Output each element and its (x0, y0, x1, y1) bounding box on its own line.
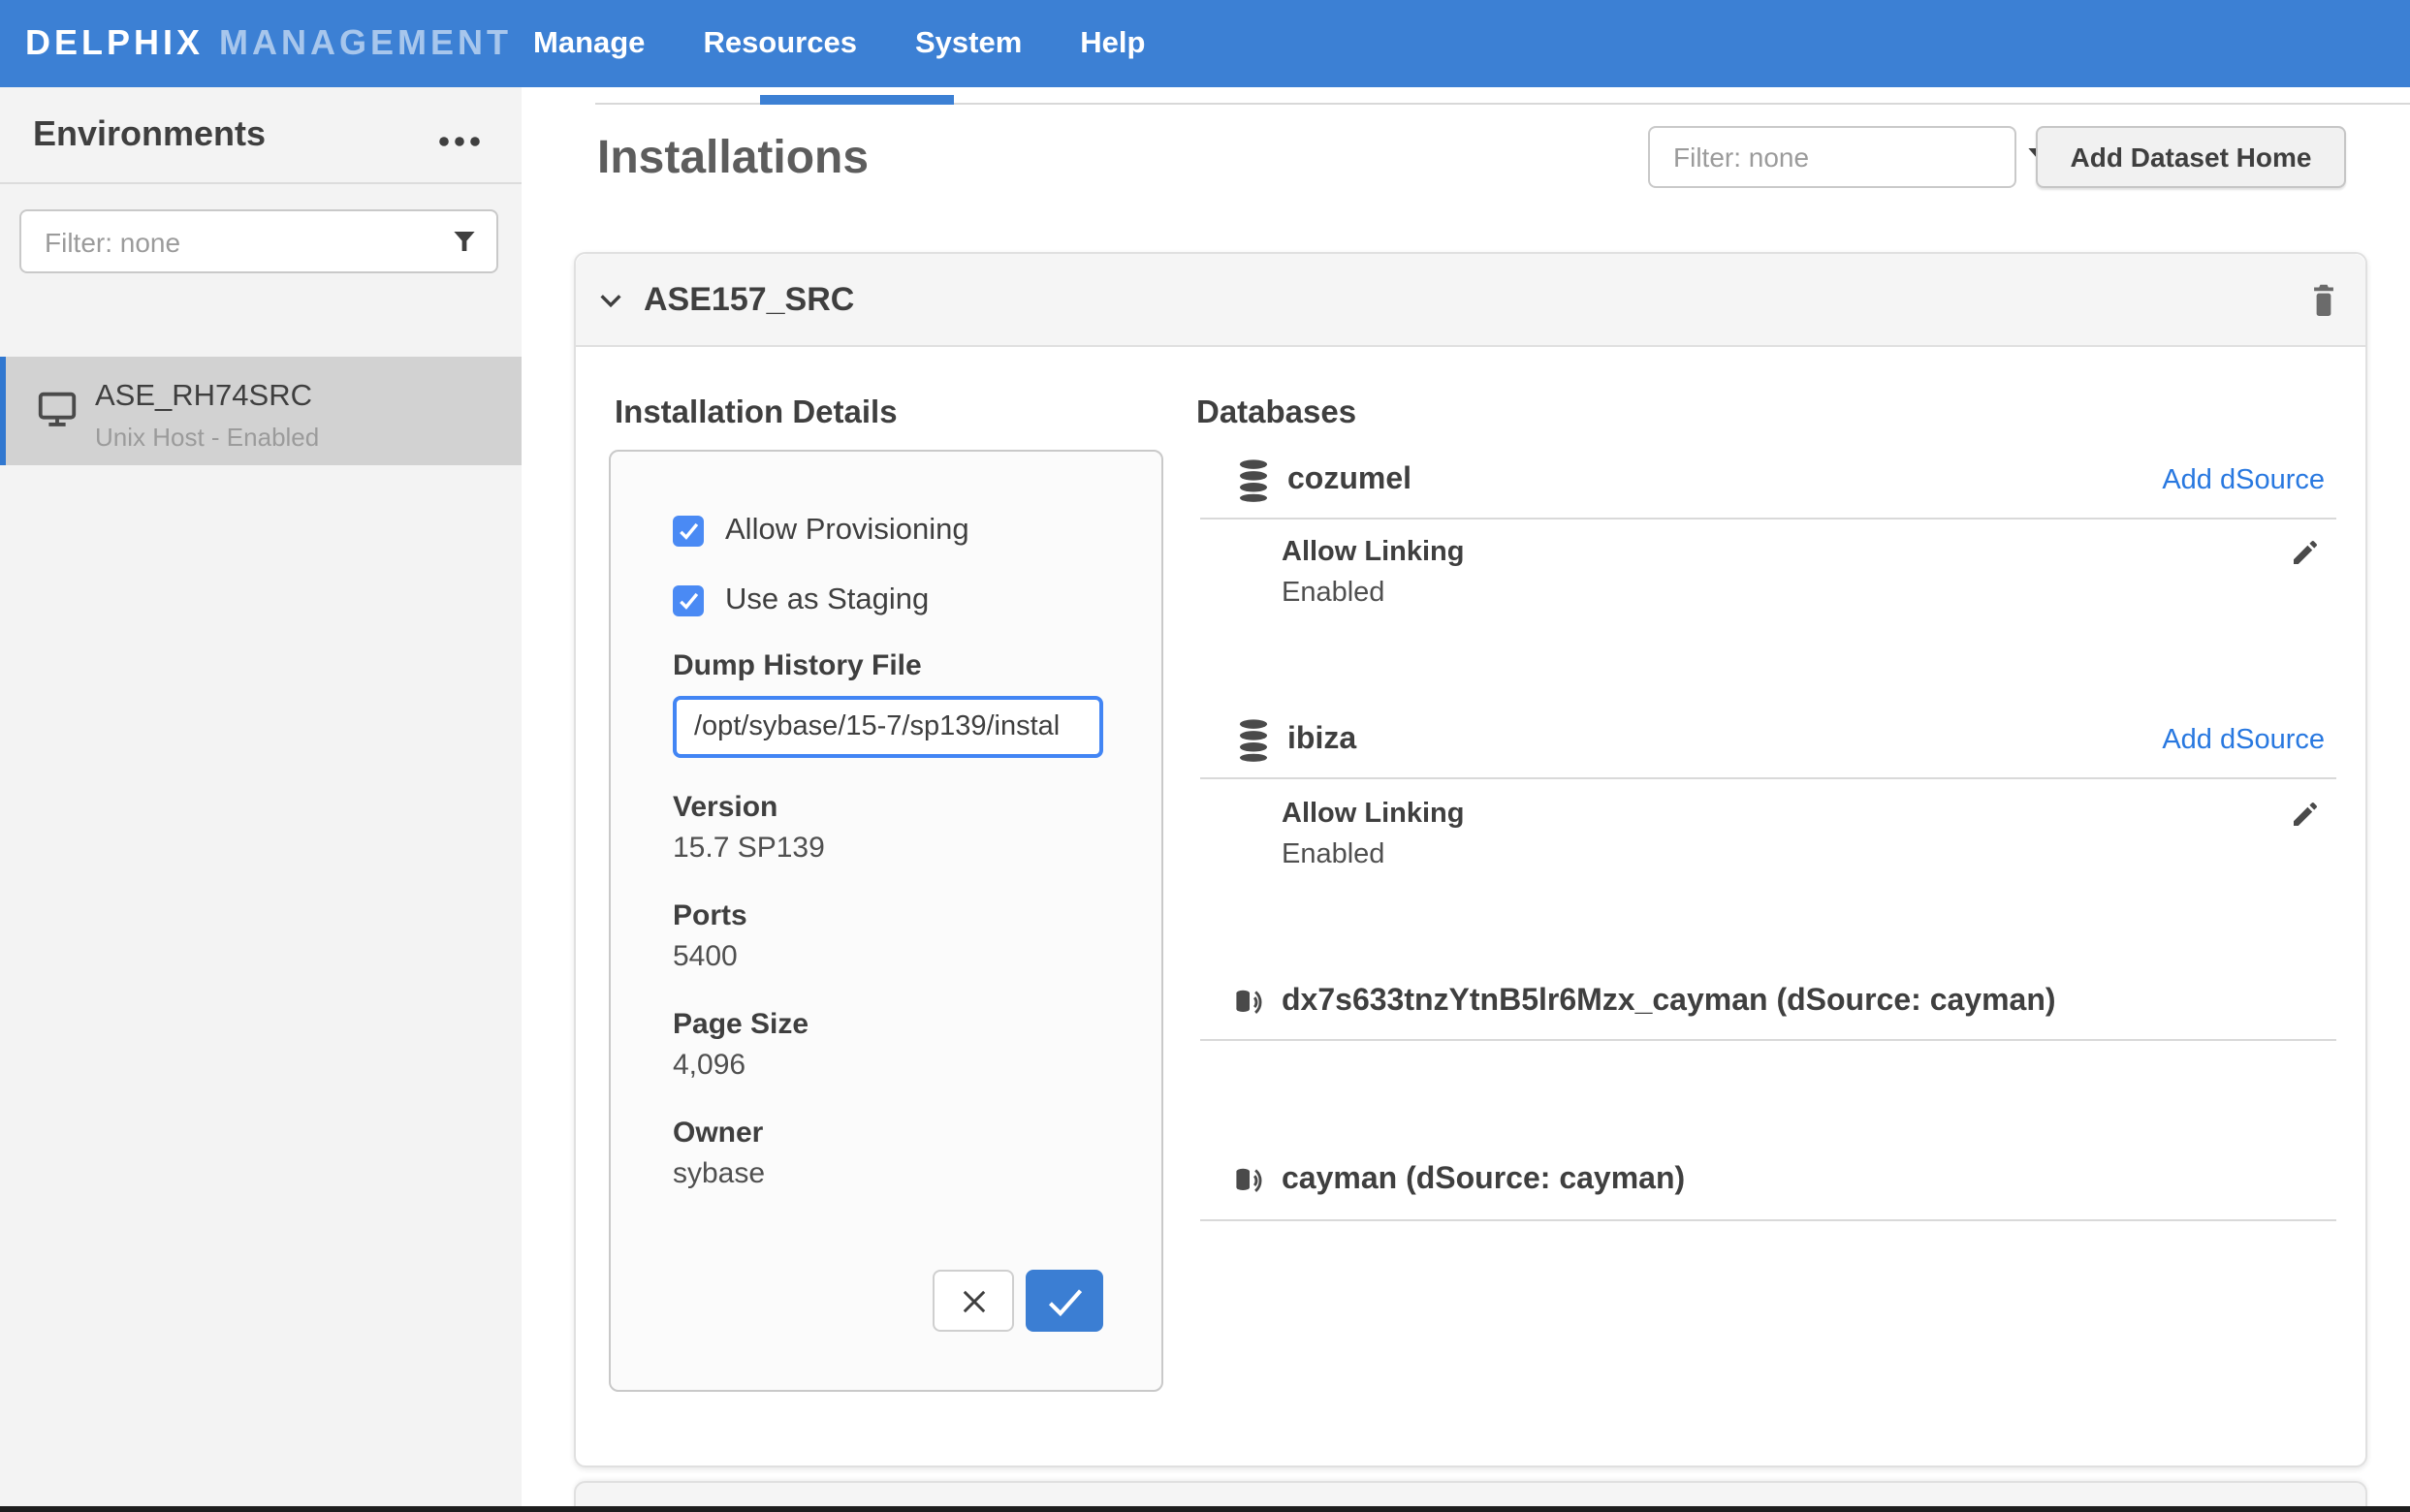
installation-card: ASE157_SRC Installation Details Database… (574, 252, 2367, 1467)
checkbox-checked-icon[interactable] (673, 516, 704, 547)
database-icon (1237, 459, 1270, 502)
database-row: ibiza Add dSource (1237, 713, 2325, 768)
dsource-row: cayman (dSource: cayman) (1233, 1153, 1685, 1208)
field-value: 5400 (673, 938, 747, 975)
owner-field: Owner sybase (673, 1115, 765, 1192)
nav-item-manage[interactable]: Manage (533, 26, 645, 61)
field-value: 15.7 SP139 (673, 830, 825, 866)
background-window-edge (0, 1506, 2410, 1512)
ports-field: Ports 5400 (673, 898, 747, 975)
environments-sidebar: Environments ASE_RH74SRC Unix Host - Ena… (0, 87, 522, 1512)
installation-details-panel: Allow Provisioning Use as Staging Dump H… (609, 450, 1163, 1392)
trash-icon[interactable] (2307, 281, 2340, 320)
edit-pencil-icon[interactable] (2290, 799, 2321, 830)
sidebar-item-environment[interactable]: ASE_RH74SRC Unix Host - Enabled (0, 357, 522, 465)
filter-funnel-icon[interactable] (450, 227, 479, 256)
allow-linking-property: Allow Linking Enabled (1282, 795, 1465, 874)
environment-status: Unix Host - Enabled (95, 423, 319, 452)
field-label: Ports (673, 898, 747, 934)
checkbox-label: Allow Provisioning (725, 514, 969, 549)
cancel-button[interactable] (933, 1270, 1014, 1332)
dsource-icon (1233, 1164, 1266, 1197)
brand-primary: DELPHIX (25, 23, 204, 64)
database-name: cozumel (1287, 463, 1411, 498)
environment-name: ASE_RH74SRC (95, 380, 312, 415)
app-window: DELPHIX MANAGEMENT Manage Resources Syst… (0, 0, 2410, 1512)
details-heading: Installation Details (615, 392, 898, 434)
property-label: Allow Linking (1282, 533, 1465, 572)
dsource-name: dx7s633tnzYtnB5lr6Mzx_cayman (dSource: c… (1282, 985, 2056, 1020)
chevron-down-icon[interactable] (595, 284, 626, 315)
property-label: Allow Linking (1282, 795, 1465, 834)
installations-filter (1648, 126, 2016, 188)
field-label: Owner (673, 1115, 765, 1151)
sidebar-filter-input[interactable] (21, 226, 450, 257)
dsource-icon (1233, 986, 1266, 1019)
field-value: 4,096 (673, 1047, 809, 1084)
dsource-row: dx7s633tnzYtnB5lr6Mzx_cayman (dSource: c… (1233, 975, 2056, 1029)
field-label: Page Size (673, 1006, 809, 1043)
installation-card-header[interactable]: ASE157_SRC (576, 254, 2365, 347)
dump-history-file-input[interactable] (673, 696, 1103, 758)
screenshot-viewport: DELPHIX MANAGEMENT Manage Resources Syst… (0, 0, 2410, 1512)
dsource-name: cayman (dSource: cayman) (1282, 1163, 1685, 1198)
nav-item-system[interactable]: System (915, 26, 1022, 61)
checkbox-label: Use as Staging (725, 583, 929, 618)
installation-title: ASE157_SRC (644, 280, 854, 319)
nav-item-resources[interactable]: Resources (703, 26, 857, 61)
add-dsource-link[interactable]: Add dSource (2162, 725, 2325, 756)
field-value: sybase (673, 1155, 765, 1192)
sidebar-header: Environments (0, 87, 522, 184)
brand-secondary: MANAGEMENT (219, 23, 512, 64)
page-size-field: Page Size 4,096 (673, 1006, 809, 1084)
version-field: Version 15.7 SP139 (673, 789, 825, 866)
nav-item-help[interactable]: Help (1080, 26, 1145, 61)
installations-filter-input[interactable] (1650, 142, 2024, 173)
add-dataset-home-button[interactable]: Add Dataset Home (2036, 126, 2346, 188)
property-value: Enabled (1282, 835, 1465, 874)
divider (1200, 518, 2336, 520)
sidebar-title: Environments (33, 114, 266, 155)
app-header: DELPHIX MANAGEMENT Manage Resources Syst… (0, 0, 2410, 87)
databases-heading: Databases (1196, 392, 1356, 434)
page-title: Installations (597, 132, 869, 186)
allow-provisioning-checkbox-row[interactable]: Allow Provisioning (673, 514, 969, 549)
use-as-staging-checkbox-row[interactable]: Use as Staging (673, 583, 929, 618)
app-logo: DELPHIX MANAGEMENT (25, 0, 512, 87)
add-dsource-link[interactable]: Add dSource (2162, 465, 2325, 496)
database-row: cozumel Add dSource (1237, 454, 2325, 508)
database-name: ibiza (1287, 723, 1356, 758)
top-navigation: Manage Resources System Help (533, 0, 1145, 87)
more-horizontal-icon[interactable] (436, 124, 483, 159)
close-x-icon (957, 1284, 990, 1317)
edit-pencil-icon[interactable] (2290, 537, 2321, 568)
sidebar-filter (19, 209, 498, 273)
confirm-button[interactable] (1026, 1270, 1103, 1332)
property-value: Enabled (1282, 574, 1465, 613)
host-icon (35, 388, 79, 432)
divider (1200, 1219, 2336, 1221)
checkbox-checked-icon[interactable] (673, 585, 704, 616)
dump-history-file-label: Dump History File (673, 649, 922, 682)
tabstrip-active-indicator (760, 94, 953, 105)
divider (1200, 1039, 2336, 1041)
divider (1200, 777, 2336, 779)
field-label: Version (673, 789, 825, 826)
check-icon (1046, 1286, 1083, 1315)
database-icon (1237, 719, 1270, 762)
allow-linking-property: Allow Linking Enabled (1282, 533, 1465, 613)
